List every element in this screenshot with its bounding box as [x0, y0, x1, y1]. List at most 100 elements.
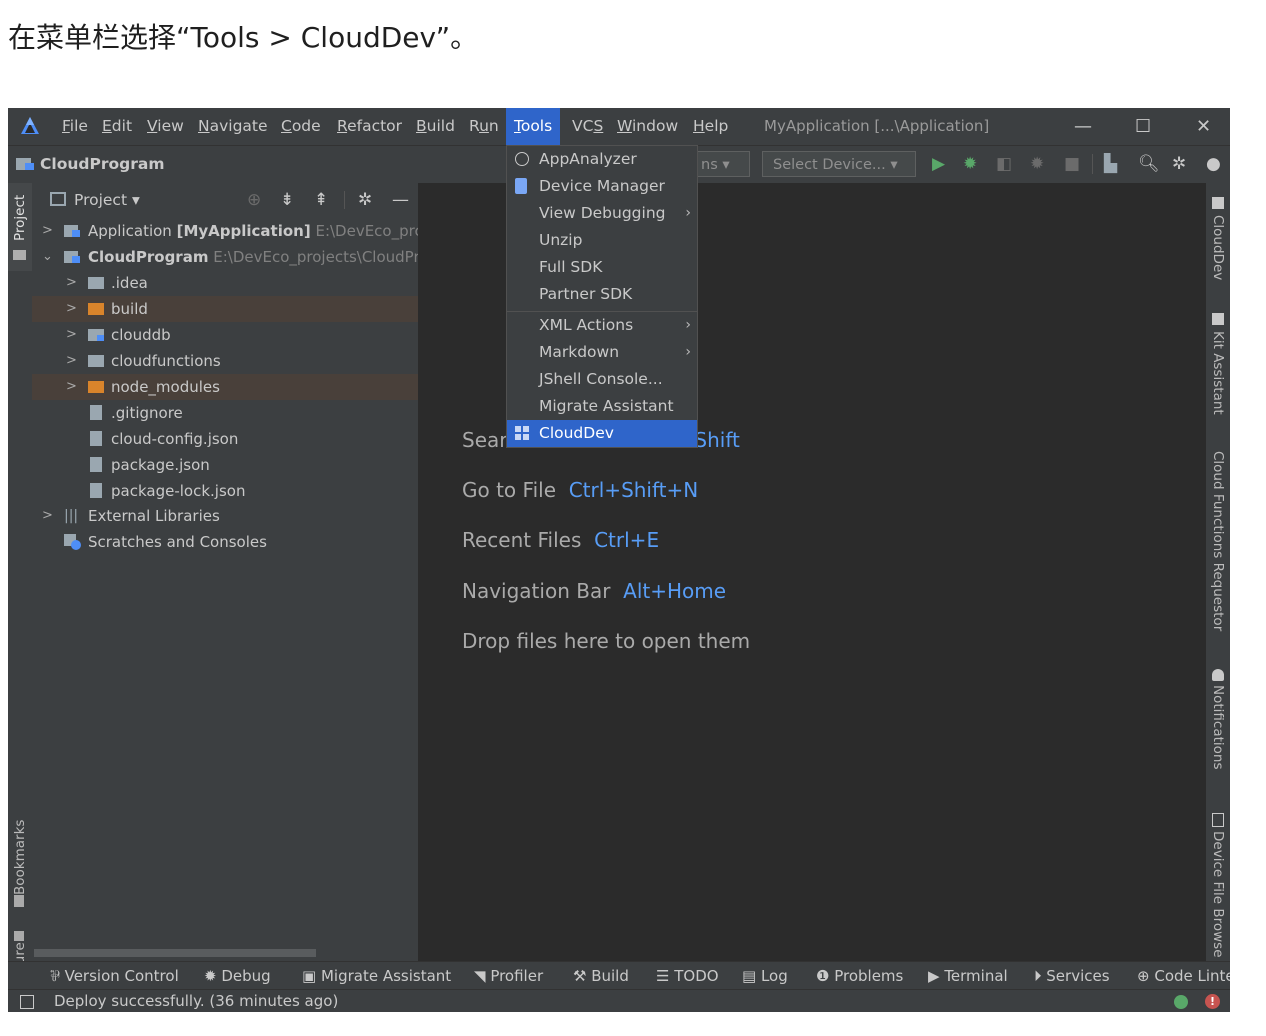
device-select-combo[interactable]: Select Device... ▾ [762, 151, 916, 177]
device-manager-icon [515, 178, 527, 194]
menu-item-unzip[interactable]: Unzip [507, 227, 697, 254]
menu-edit[interactable]: Edit [102, 108, 132, 145]
search-icon[interactable]: 🔍︎ [1138, 152, 1160, 176]
menu-item-partner-sdk[interactable]: Partner SDK [507, 281, 697, 308]
menu-item-clouddev[interactable]: CloudDev [507, 420, 697, 447]
hint-navigation-bar: Navigation Bar Alt+Home [462, 579, 727, 603]
tree-item-node-modules[interactable]: > node_modules [32, 374, 418, 400]
todo-tab[interactable]: ☰ TODO [656, 962, 719, 990]
tree-item-package-json[interactable]: package.json [32, 452, 418, 478]
menu-help[interactable]: Help [693, 108, 728, 145]
menu-item-markdown[interactable]: Markdown › [507, 339, 697, 366]
options-gear-icon[interactable]: ✲ [358, 183, 372, 217]
maximize-button[interactable]: ☐ [1135, 108, 1151, 145]
ide-window: File Edit View Navigate Code Refactor Bu… [8, 108, 1230, 1012]
tree-item-external-libraries[interactable]: > ||| External Libraries [32, 503, 418, 529]
tree-item-package-lock-json[interactable]: package-lock.json [32, 478, 418, 504]
tree-item-application[interactable]: > Application [MyApplication] E:\DevEco_… [32, 218, 423, 244]
run-icon[interactable]: ▶ [932, 152, 945, 176]
menu-view[interactable]: View [147, 108, 184, 145]
collapse-arrow-icon[interactable]: ⌄ [42, 244, 53, 270]
tree-item-cloud-config-json[interactable]: cloud-config.json [32, 426, 418, 452]
expand-arrow-icon[interactable]: > [66, 270, 77, 296]
scratches-icon [64, 534, 81, 550]
menu-file[interactable]: File [62, 108, 88, 145]
locate-file-icon[interactable]: ⊕ [247, 183, 261, 217]
problems-tab[interactable]: ❶ Problems [816, 962, 903, 990]
expand-arrow-icon[interactable]: > [66, 296, 77, 322]
account-icon[interactable]: ● [1206, 152, 1221, 176]
submenu-arrow-icon: › [685, 317, 691, 333]
window-title: MyApplication [...\Application] [764, 117, 990, 135]
breadcrumb-project[interactable]: CloudProgram [40, 146, 164, 182]
minimize-button[interactable]: — [1074, 108, 1092, 145]
structure-icon [14, 931, 24, 941]
attach-debugger-icon[interactable]: ✹ [1030, 152, 1044, 176]
expand-all-icon[interactable]: ⇟ [280, 183, 294, 217]
tree-item-scratches[interactable]: Scratches and Consoles [32, 529, 418, 555]
bookmark-icon [14, 895, 24, 907]
horizontal-scrollbar[interactable] [34, 949, 316, 957]
migrate-assistant-tab[interactable]: ▣ Migrate Assistant [302, 962, 451, 990]
code-linter-tab[interactable]: ⊕ Code Linte [1137, 962, 1230, 990]
cloud-functions-tool-tab[interactable]: Cloud Functions Requestor [1210, 451, 1226, 631]
menu-navigate[interactable]: Navigate [198, 108, 268, 145]
notifications-tool-tab[interactable]: Notifications [1210, 685, 1226, 770]
step-caption: 在菜单栏选择“Tools > CloudDev”。 [8, 21, 479, 54]
project-view-selector[interactable]: Project ▾ [74, 183, 140, 217]
tree-item-gitignore[interactable]: .gitignore [32, 400, 418, 426]
close-button[interactable]: ✕ [1196, 108, 1211, 145]
debug-tab[interactable]: ✹ Debug [204, 962, 271, 990]
menu-refactor[interactable]: Refactor [337, 108, 402, 145]
menu-code[interactable]: Code [281, 108, 321, 145]
expand-arrow-icon[interactable]: > [42, 218, 53, 244]
clouddev-icon [1212, 197, 1224, 209]
services-tab[interactable]: ⏵ Services [1034, 962, 1110, 990]
menu-window[interactable]: Window [617, 108, 678, 145]
collapse-all-icon[interactable]: ⇞ [314, 183, 328, 217]
device-file-browser-tool-tab[interactable]: Device File Browse [1210, 831, 1226, 958]
menu-item-full-sdk[interactable]: Full SDK [507, 254, 697, 281]
tree-item-build[interactable]: > build [32, 296, 418, 322]
profiler-tab[interactable]: ◥ Profiler [474, 962, 543, 990]
status-message: Deploy successfully. (36 minutes ago) [54, 992, 339, 1010]
menu-build[interactable]: Build [416, 108, 455, 145]
version-control-tab[interactable]: ⅌ Version Control [50, 962, 179, 990]
submenu-arrow-icon: › [685, 344, 691, 360]
menu-item-appanalyzer[interactable]: AppAnalyzer [507, 146, 697, 173]
terminal-tab[interactable]: ▶ Terminal [928, 962, 1008, 990]
profile-icon[interactable]: ◧ [996, 152, 1012, 176]
tree-item-cloudfunctions[interactable]: > cloudfunctions [32, 348, 418, 374]
tree-item-cloudprogram[interactable]: ⌄ CloudProgram E:\DevEco_projects\CloudP… [32, 244, 420, 270]
menu-item-device-manager[interactable]: Device Manager [507, 173, 697, 200]
kit-assistant-tool-tab[interactable]: Kit Assistant [1210, 331, 1226, 415]
file-icon [90, 405, 102, 420]
settings-gear-icon[interactable]: ✲ [1172, 152, 1186, 176]
menu-tools[interactable]: Tools [506, 108, 561, 145]
menu-item-jshell-console[interactable]: JShell Console... [507, 366, 697, 393]
bookmarks-tool-tab[interactable]: Bookmarks [12, 820, 28, 895]
menu-item-xml-actions[interactable]: XML Actions › [507, 312, 697, 339]
tree-item-clouddb[interactable]: > clouddb [32, 322, 418, 348]
menu-item-view-debugging[interactable]: View Debugging › [507, 200, 697, 227]
tree-item-idea[interactable]: > .idea [32, 270, 418, 296]
toggle-tool-windows-icon[interactable] [20, 995, 34, 1009]
menu-item-migrate-assistant[interactable]: Migrate Assistant [507, 393, 697, 420]
cloud-module-folder-icon [64, 251, 80, 263]
build-tab[interactable]: ⚒ Build [573, 962, 629, 990]
stop-icon[interactable]: ■ [1064, 152, 1080, 176]
error-indicator-icon[interactable]: ! [1205, 994, 1220, 1009]
expand-arrow-icon[interactable]: > [66, 374, 77, 400]
project-structure-icon[interactable]: ▙ [1104, 152, 1117, 176]
debug-icon[interactable]: ✹ [963, 152, 977, 176]
hide-panel-icon[interactable]: — [392, 183, 409, 217]
menu-run[interactable]: Run [469, 108, 499, 145]
expand-arrow-icon[interactable]: > [66, 348, 77, 374]
expand-arrow-icon[interactable]: > [42, 503, 53, 529]
module-folder-icon [64, 225, 80, 237]
menu-vcs[interactable]: VCS [572, 108, 603, 145]
log-tab[interactable]: ▤ Log [742, 962, 788, 990]
status-ok-icon[interactable] [1174, 995, 1188, 1009]
expand-arrow-icon[interactable]: > [66, 322, 77, 348]
clouddev-tool-tab[interactable]: CloudDev [1210, 215, 1226, 280]
